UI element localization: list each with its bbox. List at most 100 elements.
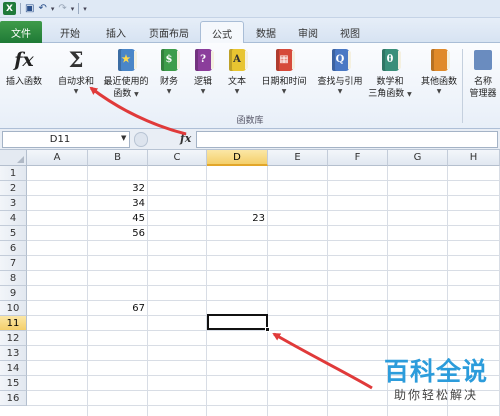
- formula-bar: D11 ▼ fx: [0, 129, 500, 150]
- more-functions-book-icon: [428, 47, 450, 73]
- tab-formulas[interactable]: 公式: [200, 21, 244, 44]
- chevron-down-icon: ▼: [166, 88, 172, 95]
- tab-home[interactable]: 开始: [48, 21, 92, 43]
- save-icon[interactable]: ▣: [25, 3, 34, 14]
- column-header-g[interactable]: G: [388, 150, 448, 166]
- row-header-1[interactable]: 1: [0, 166, 27, 181]
- formula-bar-splitter[interactable]: [134, 132, 148, 147]
- cell-d4[interactable]: 23: [207, 211, 268, 226]
- column-header-b[interactable]: B: [88, 150, 148, 166]
- cell-b10[interactable]: 67: [88, 301, 148, 316]
- text-book-icon: A: [226, 47, 248, 73]
- row-header-5[interactable]: 5: [0, 226, 27, 241]
- math-trig-button[interactable]: θ 数学和 三角函数 ▼: [364, 47, 416, 100]
- insert-function-fx-icon[interactable]: fx: [180, 132, 191, 145]
- row-header-4[interactable]: 4: [0, 211, 27, 226]
- more-functions-label: 其他函数: [420, 77, 457, 87]
- function-library-group-label: 函数库: [236, 116, 264, 126]
- formulas-ribbon: fx 插入函数 Σ 自动求和 ▼ ★ 最近使用的 函数 ▼ $ 财务 ▼ ? 逻…: [0, 43, 500, 129]
- date-time-button[interactable]: ▦ 日期和时间 ▼: [256, 47, 312, 96]
- grid-row-line: [27, 255, 500, 256]
- math-trig-label-1: 数学和: [376, 77, 404, 87]
- recently-used-label-2: 函数 ▼: [113, 89, 139, 99]
- fill-handle[interactable]: [265, 327, 270, 332]
- tab-review[interactable]: 审阅: [288, 21, 328, 43]
- date-time-label: 日期和时间: [261, 77, 307, 87]
- grid-column-line: [206, 166, 207, 416]
- name-manager-button[interactable]: 名称 管理器: [466, 47, 500, 100]
- row-header-9[interactable]: 9: [0, 286, 27, 301]
- row-header-7[interactable]: 7: [0, 256, 27, 271]
- grid-row-line: [27, 285, 500, 286]
- text-button[interactable]: A 文本 ▼: [222, 47, 252, 96]
- grid-row-line: [27, 405, 500, 406]
- chevron-down-icon: ▼: [281, 88, 287, 95]
- row-header-3[interactable]: 3: [0, 196, 27, 211]
- customize-qat-icon[interactable]: ▾: [83, 5, 87, 13]
- active-cell-selection[interactable]: [207, 314, 268, 330]
- row-header-10[interactable]: 10: [0, 301, 27, 316]
- name-tag-icon: [472, 47, 494, 73]
- row-header-16[interactable]: 16: [0, 391, 27, 406]
- tab-data[interactable]: 数据: [246, 21, 286, 43]
- chevron-down-icon: ▼: [436, 88, 442, 95]
- ribbon-tab-bar: 文件 开始 插入 页面布局 公式 数据 审阅 视图: [0, 18, 500, 44]
- qat-separator: [78, 3, 80, 14]
- row-header-15[interactable]: 15: [0, 376, 27, 391]
- cell-b2[interactable]: 32: [88, 181, 148, 196]
- row-header-12[interactable]: 12: [0, 331, 27, 346]
- tab-insert[interactable]: 插入: [94, 21, 138, 43]
- tab-view[interactable]: 视图: [330, 21, 370, 43]
- more-functions-button[interactable]: 其他函数 ▼: [416, 47, 462, 96]
- row-header-8[interactable]: 8: [0, 271, 27, 286]
- row-header-14[interactable]: 14: [0, 361, 27, 376]
- grid-column-line: [267, 166, 268, 416]
- column-header-h[interactable]: H: [448, 150, 500, 166]
- text-label: 文本: [227, 77, 246, 87]
- insert-function-label: 插入函数: [5, 77, 42, 87]
- lookup-reference-button[interactable]: Q 查找与引用 ▼: [312, 47, 368, 96]
- cell-b4[interactable]: 45: [88, 211, 148, 226]
- formula-input[interactable]: [196, 131, 498, 148]
- grid-row-line: [27, 345, 500, 346]
- financial-button[interactable]: $ 财务 ▼: [154, 47, 184, 96]
- logical-book-icon: ?: [192, 47, 214, 73]
- name-box-dropdown-icon[interactable]: ▼: [121, 134, 126, 142]
- cell-b5[interactable]: 56: [88, 226, 148, 241]
- lookup-reference-label: 查找与引用: [317, 77, 363, 87]
- redo-icon[interactable]: ↷: [58, 3, 66, 14]
- tab-page-layout[interactable]: 页面布局: [140, 21, 198, 43]
- column-header-d[interactable]: D: [207, 150, 268, 166]
- grid-row-line: [27, 330, 500, 331]
- row-header-6[interactable]: 6: [0, 241, 27, 256]
- name-box[interactable]: D11: [2, 131, 130, 148]
- qat-separator: [20, 3, 21, 14]
- column-header-a[interactable]: A: [27, 150, 88, 166]
- group-separator: [462, 49, 463, 123]
- row-header-2[interactable]: 2: [0, 181, 27, 196]
- select-all-button[interactable]: [0, 150, 27, 166]
- math-trig-label-2: 三角函数 ▼: [368, 89, 412, 99]
- lookup-book-icon: Q: [329, 47, 351, 73]
- financial-book-icon: $: [158, 47, 180, 73]
- excel-app-icon[interactable]: X: [3, 2, 16, 15]
- row-header-11[interactable]: 11: [0, 316, 27, 331]
- logical-button[interactable]: ? 逻辑 ▼: [188, 47, 218, 96]
- chevron-down-icon: ▼: [234, 88, 240, 95]
- column-header-e[interactable]: E: [268, 150, 328, 166]
- insert-function-button[interactable]: fx 插入函数: [2, 47, 46, 88]
- undo-dropdown-icon[interactable]: ▾: [51, 5, 55, 13]
- chevron-down-icon: ▼: [200, 88, 206, 95]
- row-header-13[interactable]: 13: [0, 346, 27, 361]
- column-header-f[interactable]: F: [328, 150, 388, 166]
- undo-icon[interactable]: ↶: [38, 3, 46, 14]
- column-header-c[interactable]: C: [148, 150, 207, 166]
- tab-file[interactable]: 文件: [0, 21, 42, 43]
- quick-access-toolbar: X ▣ ↶ ▾ ↷ ▾ ▾: [0, 0, 500, 18]
- logical-label: 逻辑: [193, 77, 212, 87]
- recently-used-button[interactable]: ★ 最近使用的 函数 ▼: [100, 47, 152, 100]
- grid-column-line: [327, 166, 328, 416]
- cell-b3[interactable]: 34: [88, 196, 148, 211]
- autosum-button[interactable]: Σ 自动求和 ▼: [52, 47, 100, 96]
- redo-dropdown-icon[interactable]: ▾: [71, 5, 75, 13]
